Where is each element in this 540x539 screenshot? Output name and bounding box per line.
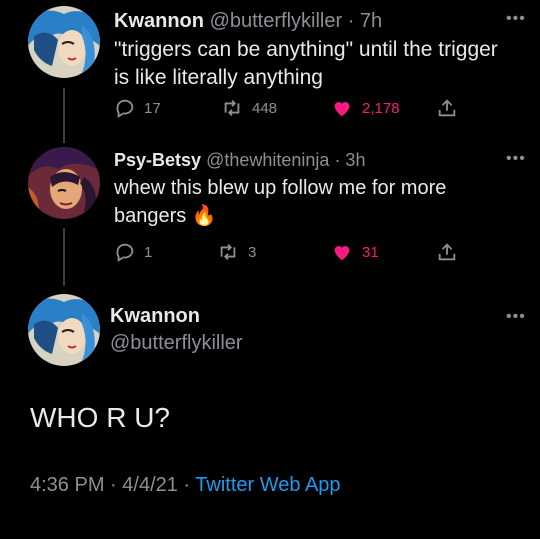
thread-connector xyxy=(63,228,65,286)
more-icon[interactable]: ••• xyxy=(506,10,526,28)
main-username[interactable]: @butterflykiller xyxy=(110,332,243,355)
share-button[interactable] xyxy=(436,241,458,263)
heart-icon xyxy=(334,102,350,117)
display-name[interactable]: Kwannon xyxy=(114,10,204,32)
retweet-icon xyxy=(224,100,240,116)
tweet-actions: 1 3 31 xyxy=(114,241,474,265)
like-button[interactable]: 2,178 xyxy=(330,97,400,119)
avatar-psy-betsy[interactable] xyxy=(28,147,100,219)
avatar-kwannon[interactable] xyxy=(28,6,100,78)
retweet-button[interactable]: 3 xyxy=(216,241,256,263)
fire-emoji: 🔥 xyxy=(191,205,217,227)
reply-button[interactable]: 1 xyxy=(114,241,152,263)
tweet-actions: 17 448 2,178 xyxy=(114,97,474,121)
more-icon[interactable]: ••• xyxy=(506,150,526,168)
tweet-time[interactable]: 4:36 PM xyxy=(30,474,104,496)
main-display-name[interactable]: Kwannon xyxy=(110,305,200,328)
avatar-kwannon[interactable] xyxy=(28,294,100,366)
username[interactable]: @butterflykiller xyxy=(210,10,343,32)
reply-icon xyxy=(116,99,134,118)
tweet-header: Kwannon @butterflykiller · 7h xyxy=(114,10,382,33)
share-button[interactable] xyxy=(436,97,458,119)
reply-button[interactable]: 17 xyxy=(114,97,161,119)
share-icon xyxy=(438,99,456,117)
like-button[interactable]: 31 xyxy=(330,241,379,263)
source-app-link[interactable]: Twitter Web App xyxy=(195,474,340,496)
username[interactable]: @thewhiteninja xyxy=(206,150,329,170)
timestamp[interactable]: · 7h xyxy=(348,10,382,32)
main-tweet-text: WHO R U? xyxy=(30,402,170,433)
tweet-header: Psy-Betsy @thewhiteninja · 3h xyxy=(114,150,365,171)
reply-icon xyxy=(116,243,134,262)
tweet-meta: 4:36 PM · 4/4/21 · Twitter Web App xyxy=(30,474,341,496)
tweet-text: whew this blew up follow me for more ban… xyxy=(114,177,447,227)
heart-icon xyxy=(334,246,350,261)
more-icon[interactable]: ••• xyxy=(506,308,526,326)
display-name[interactable]: Psy-Betsy xyxy=(114,150,201,170)
timestamp[interactable]: · 3h xyxy=(334,150,365,170)
retweet-icon xyxy=(220,244,236,260)
share-icon xyxy=(438,243,456,261)
tweet-text: "triggers can be anything" until the tri… xyxy=(114,38,498,89)
thread-connector xyxy=(63,88,65,143)
retweet-button[interactable]: 448 xyxy=(220,97,277,119)
tweet-date[interactable]: 4/4/21 xyxy=(122,474,178,496)
